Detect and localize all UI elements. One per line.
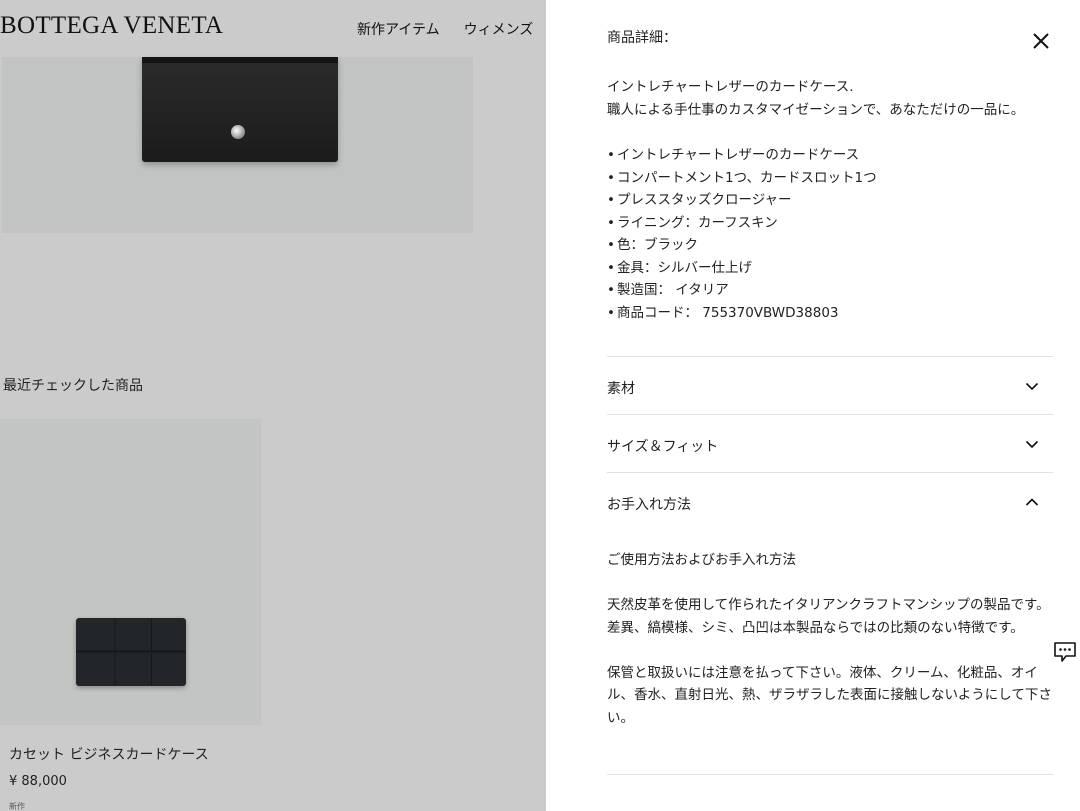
close-icon <box>1033 33 1049 49</box>
chat-icon <box>1054 642 1076 662</box>
accordion-materials[interactable]: 素材 <box>607 357 1053 415</box>
spec-item: ライニング：カーフスキン <box>607 212 1067 235</box>
recent-item-price: ¥ 88,000 <box>9 774 67 789</box>
spec-item: コンパートメント1つ、カードスロット1つ <box>607 167 1067 190</box>
accordion-label: 素材 <box>607 381 635 397</box>
cassette-card-case-image <box>76 618 186 686</box>
divider <box>607 774 1053 775</box>
spec-item: イントレチャートレザーのカードケース <box>607 144 1067 167</box>
nav-item-new[interactable]: 新作アイテム <box>357 22 440 38</box>
main-nav: 新作アイテム ウィメンズ <box>357 19 546 39</box>
accordion-size-fit[interactable]: サイズ＆フィット <box>607 415 1053 473</box>
nav-item-women[interactable]: ウィメンズ <box>464 22 534 38</box>
description-line: 職人による手仕事のカスタマイゼーションで、あなただけの一品に。 <box>607 101 1025 118</box>
drawer-title: 商品詳細： <box>607 30 677 46</box>
product-description: イントレチャートレザーのカードケース. 職人による手仕事のカスタマイゼーションで… <box>607 76 1067 121</box>
product-page-background: BOTTEGA VENETA 新作アイテム ウィメンズ 最近チェックした商品 カセ… <box>0 0 546 811</box>
care-instructions: ご使用方法およびお手入れ方法 天然皮革を使用して作られたイタリアンクラフトマンシ… <box>607 549 1053 752</box>
spec-list: イントレチャートレザーのカードケース コンパートメント1つ、カードスロット1つ … <box>607 144 1067 324</box>
brand-logo[interactable]: BOTTEGA VENETA <box>0 12 223 40</box>
chevron-up-icon <box>1025 498 1039 506</box>
care-paragraph: 天然皮革を使用して作られたイタリアンクラフトマンシップの製品です。差異、縞模様、… <box>607 597 1050 636</box>
spec-item: 製造国： イタリア <box>607 279 1067 302</box>
spec-item: 色：ブラック <box>607 234 1067 257</box>
accordion-care[interactable]: お手入れ方法 <box>607 473 1053 531</box>
accordion-label: サイズ＆フィット <box>607 439 719 455</box>
product-details-drawer: 商品詳細： イントレチャートレザーのカードケース. 職人による手仕事のカスタマイ… <box>546 0 1080 811</box>
chevron-down-icon <box>1025 440 1039 449</box>
spec-item: 商品コード： 755370VBWD38803 <box>607 302 1067 325</box>
description-line: イントレチャートレザーのカードケース. <box>607 79 854 95</box>
recent-item-name[interactable]: カセット ビジネスカードケース <box>9 744 209 764</box>
chevron-down-icon <box>1025 382 1039 391</box>
care-heading: ご使用方法およびお手入れ方法 <box>607 552 796 568</box>
spec-item: プレススタッズクロージャー <box>607 189 1067 212</box>
recent-item-image[interactable] <box>0 419 261 725</box>
close-button[interactable] <box>1030 30 1052 52</box>
spec-item: 金具：シルバー仕上げ <box>607 257 1067 280</box>
product-image <box>2 57 473 233</box>
accordion-label: お手入れ方法 <box>607 497 691 513</box>
recent-item-tag: 新作 <box>9 802 25 811</box>
card-case-image <box>142 57 338 162</box>
chat-button[interactable] <box>1053 640 1077 664</box>
press-stud <box>231 125 245 139</box>
recently-viewed-title: 最近チェックした商品 <box>3 378 143 394</box>
care-paragraph: 保管と取扱いには注意を払って下さい。液体、クリーム、化粧品、オイル、香水、直射日… <box>607 664 1052 726</box>
